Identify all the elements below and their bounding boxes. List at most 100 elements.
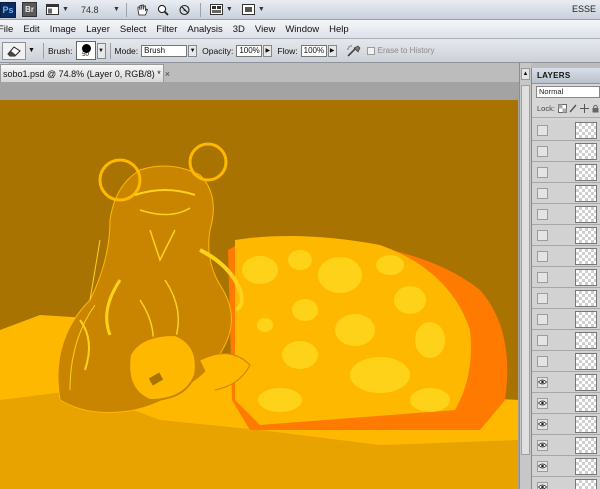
layer-visibility-toggle[interactable] <box>537 208 548 220</box>
zoom-level[interactable]: 74.8 <box>81 5 111 15</box>
airbrush-toggle[interactable] <box>345 43 363 59</box>
opacity-field[interactable]: 100% <box>236 44 263 57</box>
blend-mode-select[interactable]: Normal <box>536 86 600 98</box>
layers-panel-tab[interactable]: LAYERS <box>532 68 600 84</box>
lock-brush-icon[interactable] <box>569 104 578 113</box>
layer-thumbnail[interactable] <box>575 457 597 475</box>
layer-visibility-toggle[interactable] <box>537 271 548 283</box>
bridge-button[interactable]: Br <box>22 2 37 17</box>
layer-visibility-toggle[interactable] <box>537 355 548 367</box>
menu-3d[interactable]: 3D <box>228 20 250 39</box>
layer-visibility-toggle[interactable] <box>537 229 548 241</box>
document-tab[interactable]: sobo1.psd @ 74.8% (Layer 0, RGB/8) * × <box>0 64 170 82</box>
tool-preset-picker[interactable] <box>2 41 26 60</box>
arrange-documents-button[interactable]: ▼ <box>209 2 233 18</box>
opacity-slider-button[interactable]: ▶ <box>263 44 273 57</box>
lock-transparent-icon[interactable] <box>557 104 567 113</box>
flow-field[interactable]: 100% <box>300 44 327 57</box>
layer-thumbnail[interactable] <box>575 289 597 307</box>
layer-row[interactable] <box>532 246 600 267</box>
menu-view[interactable]: View <box>250 20 280 39</box>
layer-row[interactable] <box>532 477 600 489</box>
menu-help[interactable]: Help <box>324 20 354 39</box>
layer-thumbnail[interactable] <box>575 184 597 202</box>
screen-mode-button[interactable]: ▼ <box>241 2 265 18</box>
layer-thumbnail[interactable] <box>575 373 597 391</box>
workspace-switcher[interactable]: ESSE <box>572 4 596 14</box>
layer-thumbnail[interactable] <box>575 352 597 370</box>
flow-slider-button[interactable]: ▶ <box>327 44 337 57</box>
layer-visibility-toggle[interactable] <box>537 166 548 178</box>
layer-thumbnail[interactable] <box>575 205 597 223</box>
layer-visibility-toggle[interactable] <box>537 313 548 325</box>
layer-row[interactable] <box>532 393 600 414</box>
scrollbar-thumb[interactable] <box>521 85 530 455</box>
layer-thumbnail[interactable] <box>575 331 597 349</box>
image-canvas[interactable] <box>0 100 518 489</box>
layer-row[interactable] <box>532 120 600 141</box>
scroll-up-icon[interactable]: ▲ <box>521 68 530 80</box>
layer-thumbnail[interactable] <box>575 163 597 181</box>
layer-visibility-toggle[interactable] <box>537 124 548 136</box>
close-icon[interactable]: × <box>165 69 170 79</box>
layer-thumbnail[interactable] <box>575 478 597 489</box>
layer-visibility-toggle[interactable] <box>537 397 548 409</box>
mode-select[interactable]: Brush <box>141 44 188 57</box>
layer-row[interactable] <box>532 288 600 309</box>
layer-visibility-toggle[interactable] <box>537 334 548 346</box>
layer-thumbnail[interactable] <box>575 121 597 139</box>
menu-file[interactable]: File <box>0 20 18 39</box>
photoshop-logo[interactable]: Ps <box>0 1 16 18</box>
layer-row[interactable] <box>532 456 600 477</box>
layer-thumbnail[interactable] <box>575 436 597 454</box>
layer-row[interactable] <box>532 330 600 351</box>
layer-row[interactable] <box>532 414 600 435</box>
layer-thumbnail[interactable] <box>575 394 597 412</box>
layer-row[interactable] <box>532 309 600 330</box>
chevron-down-icon[interactable]: ▼ <box>28 47 35 54</box>
menu-window[interactable]: Window <box>280 20 324 39</box>
layer-visibility-toggle[interactable] <box>537 460 548 472</box>
layer-thumbnail[interactable] <box>575 247 597 265</box>
lock-all-icon[interactable] <box>591 104 600 113</box>
view-extras-button[interactable]: ▼ <box>45 2 69 18</box>
lock-move-icon[interactable] <box>579 104 589 113</box>
layer-visibility-toggle[interactable] <box>537 418 548 430</box>
layer-thumbnail[interactable] <box>575 226 597 244</box>
layer-row[interactable] <box>532 267 600 288</box>
layer-visibility-toggle[interactable] <box>537 439 548 451</box>
layer-row[interactable] <box>532 351 600 372</box>
menu-select[interactable]: Select <box>115 20 151 39</box>
zoom-tool-icon[interactable] <box>156 3 171 16</box>
layer-visibility-toggle[interactable] <box>537 376 548 388</box>
layer-visibility-toggle[interactable] <box>537 145 548 157</box>
layer-row[interactable] <box>532 225 600 246</box>
layer-visibility-toggle[interactable] <box>537 481 548 489</box>
layer-visibility-toggle[interactable] <box>537 250 548 262</box>
menu-image[interactable]: Image <box>45 20 81 39</box>
layer-row[interactable] <box>532 435 600 456</box>
layer-visibility-toggle[interactable] <box>537 292 548 304</box>
layer-row[interactable] <box>532 204 600 225</box>
rotate-view-icon[interactable] <box>177 3 192 16</box>
zoom-chevron-down-icon[interactable]: ▼ <box>113 6 120 13</box>
layer-thumbnail[interactable] <box>575 268 597 286</box>
layer-row[interactable] <box>532 372 600 393</box>
layer-thumbnail[interactable] <box>575 142 597 160</box>
menu-analysis[interactable]: Analysis <box>182 20 227 39</box>
layer-thumbnail[interactable] <box>575 415 597 433</box>
menu-edit[interactable]: Edit <box>18 20 44 39</box>
layer-thumbnail[interactable] <box>575 310 597 328</box>
layer-row[interactable] <box>532 141 600 162</box>
hand-tool-icon[interactable] <box>135 3 150 16</box>
brush-dropdown-button[interactable]: ▼ <box>96 42 106 59</box>
layer-row[interactable] <box>532 162 600 183</box>
erase-to-history-option[interactable]: Erase to History <box>366 46 435 55</box>
menu-layer[interactable]: Layer <box>81 20 115 39</box>
layer-row[interactable] <box>532 183 600 204</box>
erase-to-history-checkbox[interactable] <box>366 46 375 55</box>
mode-dropdown-button[interactable]: ▼ <box>188 44 198 57</box>
layer-visibility-toggle[interactable] <box>537 187 548 199</box>
menu-filter[interactable]: Filter <box>151 20 182 39</box>
brush-preset-picker[interactable]: 50 <box>75 41 96 60</box>
